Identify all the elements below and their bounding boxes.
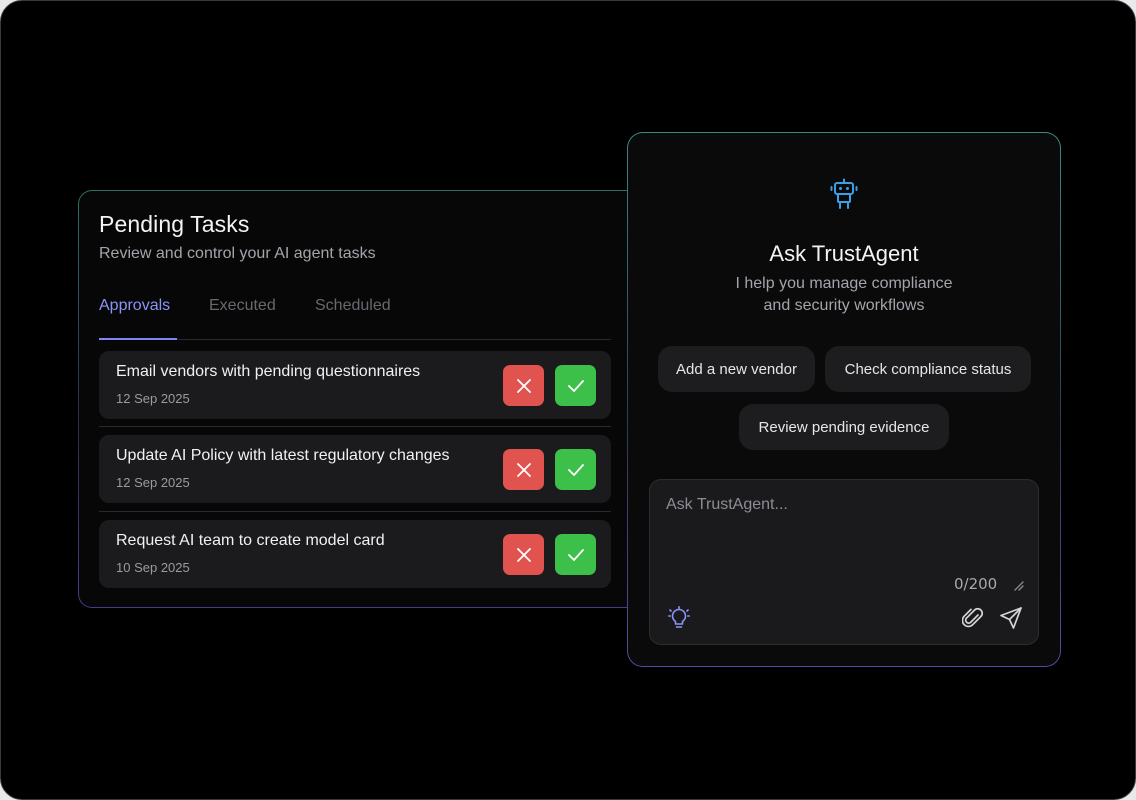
approve-button[interactable]	[555, 534, 596, 575]
tab-approvals[interactable]: Approvals	[99, 297, 170, 315]
task-row: Request AI team to create model card 10 …	[99, 520, 611, 588]
task-date: 12 Sep 2025	[116, 475, 190, 490]
task-title: Email vendors with pending questionnaire…	[116, 363, 421, 380]
close-icon	[516, 547, 531, 562]
approve-button[interactable]	[555, 449, 596, 490]
close-icon	[516, 378, 531, 393]
ask-input[interactable]	[664, 494, 1008, 558]
robot-icon	[830, 178, 858, 209]
agent-title: Ask TrustAgent	[769, 241, 919, 266]
ask-trustagent-card: Ask TrustAgent I help you manage complia…	[627, 132, 1061, 667]
send-icon[interactable]	[999, 606, 1023, 630]
pending-tasks-title: Pending Tasks	[99, 211, 250, 237]
task-title: Request AI team to create model card	[116, 532, 385, 549]
character-counter: 0/200	[954, 575, 998, 593]
tab-executed[interactable]: Executed	[209, 297, 276, 315]
app-frame: Pending Tasks Review and control your AI…	[0, 0, 1136, 800]
close-icon	[516, 462, 531, 477]
composer: 0/200	[649, 479, 1039, 645]
pending-tasks-card: Pending Tasks Review and control your AI…	[78, 190, 678, 608]
tab-scheduled[interactable]: Scheduled	[315, 297, 391, 315]
task-row: Update AI Policy with latest regulatory …	[99, 435, 611, 503]
approve-button[interactable]	[555, 365, 596, 406]
task-row: Email vendors with pending questionnaire…	[99, 351, 611, 419]
paperclip-icon[interactable]	[962, 606, 984, 630]
agent-description-line: and security workflows	[763, 297, 925, 314]
task-title: Update AI Policy with latest regulatory …	[116, 447, 450, 464]
reject-button[interactable]	[503, 534, 544, 575]
suggestion-check-compliance[interactable]: Check compliance status	[825, 346, 1031, 392]
reject-button[interactable]	[503, 365, 544, 406]
task-divider	[99, 511, 611, 512]
check-icon	[567, 548, 584, 561]
reject-button[interactable]	[503, 449, 544, 490]
task-date: 12 Sep 2025	[116, 391, 190, 406]
agent-description-line: I help you manage compliance	[735, 275, 953, 292]
check-icon	[567, 463, 584, 476]
pending-tasks-panel: Pending Tasks Review and control your AI…	[79, 191, 677, 607]
lightbulb-icon[interactable]	[668, 606, 690, 630]
check-icon	[567, 379, 584, 392]
suggestion-add-vendor[interactable]: Add a new vendor	[658, 346, 815, 392]
task-date: 10 Sep 2025	[116, 560, 190, 575]
agent-description: I help you manage compliance and securit…	[688, 273, 1000, 317]
active-tab-indicator	[99, 338, 177, 340]
ask-trustagent-panel: Ask TrustAgent I help you manage complia…	[628, 133, 1060, 666]
pending-tasks-subtitle: Review and control your AI agent tasks	[99, 245, 376, 262]
task-divider	[99, 426, 611, 427]
resize-handle-icon[interactable]	[1012, 579, 1024, 591]
suggestion-review-evidence[interactable]: Review pending evidence	[739, 404, 949, 450]
task-tabs: Approvals Executed Scheduled	[99, 287, 611, 340]
